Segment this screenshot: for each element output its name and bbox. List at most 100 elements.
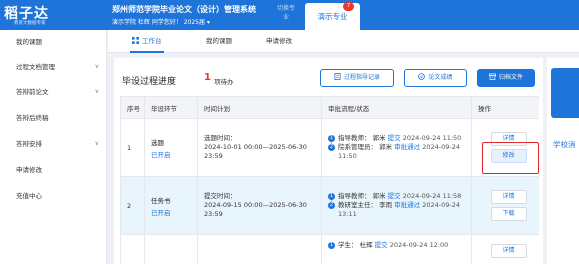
flow-step: 2 院系管理员： 郭米 审批通过 2024-09-24 11:50 — [328, 143, 471, 161]
sidebar-item-label: 过程文档管理 — [16, 63, 55, 71]
step-person: 杜辉 — [359, 241, 373, 249]
thesis-grades-button[interactable]: 论文成绩 — [404, 69, 467, 87]
flow-step: 1 指导教师： 郭米 提交 2024-09-24 11:50 — [328, 134, 471, 143]
approval-flow: 1 指导教师： 郭米 提交 2024-09-24 11:58 ↓ 2 教研室主任… — [328, 192, 471, 219]
stage-cell: 任务书 已开启 — [144, 176, 198, 235]
page-title: 毕设过程进度 — [122, 77, 177, 87]
step-role: 指导教师： — [338, 134, 371, 142]
table-header-row: 序号 毕设环节 时间计划 审批流程/状态 操作 — [120, 96, 539, 119]
ops-cell: 详情 下载 — [471, 176, 539, 235]
sidebar-item-label: 答辩安排 — [16, 140, 42, 148]
table-row: 1 学生： 杜辉 提交 2024-09-24 12:00 详情 — [120, 234, 539, 264]
progress-table: 序号 毕设环节 时间计划 审批流程/状态 操作 1 选题 已开启 选题时间： 2… — [120, 96, 539, 264]
logo-tagline: 教育大数据专家 — [14, 21, 46, 26]
sidebar-item-label: 申请修改 — [16, 166, 42, 174]
tabs-bar: 工作台 我的课题 申请修改 — [108, 30, 579, 53]
main-panel: 毕设过程进度 1 项待办 过程指导记录 论文成绩 归档文件 序号 毕设环节 时间… — [114, 58, 543, 264]
card-title: 学校消 — [553, 140, 576, 149]
chevron-down-icon: ∨ — [94, 63, 99, 70]
flow-step: 2 教研室主任： 李雨 审批通过 2024-09-24 13:11 — [328, 201, 471, 219]
sidebar-item-defense-schedule[interactable]: 答辩安排 ∨ — [0, 138, 107, 150]
sidebar-item-label: 答辩后终稿 — [16, 114, 49, 122]
sidebar-item-my-topic[interactable]: 我的课题 — [0, 36, 107, 48]
tab-workbench[interactable]: 工作台 — [130, 30, 164, 53]
download-button[interactable]: 下载 — [490, 207, 527, 221]
user-info-selector[interactable]: 演示学院 杜辉 同学您好！ 2025届 ▾ — [112, 17, 210, 26]
tab-apply-modify[interactable]: 申请修改 — [266, 30, 292, 53]
system-title: 郑州师范学院毕业论文（设计）管理系统 — [112, 5, 256, 14]
sidebar-item-process-docs[interactable]: 过程文档管理 ∨ — [0, 61, 107, 73]
plan-cell: 选题时间： 2024-10-01 00:00—2025-06-30 23:59 — [197, 118, 322, 177]
school-notice-card[interactable]: 学校消 — [547, 58, 579, 264]
step-role: 教研室主任： — [338, 201, 377, 209]
sidebar-item-final-draft[interactable]: 答辩后终稿 — [0, 112, 107, 124]
flow-step: 1 学生： 杜辉 提交 2024-09-24 12:00 — [328, 241, 471, 250]
demo-major-label: 演示专业 — [317, 12, 348, 21]
step-action: 审批通过 — [394, 201, 421, 209]
switch-major-link[interactable]: 切换专业 — [276, 4, 296, 22]
plan-label: 提交时间： — [204, 192, 237, 200]
sidebar-item-apply-modify[interactable]: 申请修改 — [0, 164, 107, 176]
card-banner — [551, 68, 579, 118]
notification-badge: 7 — [343, 2, 354, 11]
step-role: 院系管理员： — [338, 143, 377, 151]
plan-label: 选题时间： — [204, 134, 237, 142]
grade-icon — [418, 73, 426, 80]
tab-label: 我的课题 — [206, 37, 232, 45]
stage-cell: 选题 已开启 — [144, 118, 198, 177]
sidebar-item-pre-defense-paper[interactable]: 答辩前论文 ∨ — [0, 86, 107, 98]
highlight-box — [482, 142, 539, 174]
step-person: 李雨 — [379, 201, 393, 209]
step-person: 郭米 — [379, 143, 393, 151]
demo-major-tab[interactable]: 演示专业 7 — [305, 2, 360, 30]
row-index: 2 — [120, 176, 145, 235]
step-number: 2 — [328, 144, 335, 151]
archive-files-button[interactable]: 归档文件 — [477, 69, 535, 87]
step-number: 2 — [328, 202, 335, 209]
detail-button[interactable]: 详情 — [490, 190, 527, 204]
top-header: 稻子达 教育大数据专家 郑州师范学院毕业论文（设计）管理系统 演示学院 杜辉 同… — [0, 0, 579, 30]
logo[interactable]: 稻子达 教育大数据专家 — [4, 3, 88, 27]
step-number: 1 — [328, 242, 335, 249]
step-action: 审批通过 — [394, 143, 421, 151]
flow-cell: 1 指导教师： 郭米 提交 2024-09-24 11:50 ↓ 2 院系管理员… — [321, 118, 472, 177]
active-tab-indicator — [130, 51, 164, 53]
flow-step: 1 指导教师： 郭米 提交 2024-09-24 11:58 — [328, 192, 471, 201]
sidebar: 我的课题 过程文档管理 ∨ 答辩前论文 ∨ 答辩后终稿 答辩安排 ∨ 申请修改 充值中… — [0, 30, 107, 264]
guidance-record-label: 过程指导记录 — [343, 74, 380, 81]
stage-cell — [144, 234, 198, 264]
table-header: 毕设环节 — [144, 96, 198, 119]
stage-status: 已开启 — [151, 150, 171, 159]
step-action: 提交 — [387, 134, 401, 142]
guidance-record-button[interactable]: 过程指导记录 — [320, 69, 394, 87]
table-header: 审批流程/状态 — [321, 96, 472, 119]
plan-range: 2024-09-15 00:00—2025-06-30 — [204, 201, 307, 209]
flow-cell: 1 指导教师： 郭米 提交 2024-09-24 11:58 ↓ 2 教研室主任… — [321, 176, 472, 235]
step-time: 2024-09-24 12:00 — [389, 241, 449, 249]
stage-status: 已开启 — [151, 208, 171, 217]
tab-my-topic[interactable]: 我的课题 — [206, 30, 232, 53]
tab-label: 申请修改 — [266, 37, 292, 45]
sidebar-item-recharge[interactable]: 充值中心 — [0, 190, 107, 202]
sidebar-item-label: 我的课题 — [16, 38, 42, 46]
plan-cell: 提交时间： 2024-09-15 00:00—2025-06-30 23:59 — [197, 176, 322, 235]
stage-name: 选题 — [151, 138, 164, 147]
archive-files-label: 归档文件 — [498, 74, 523, 81]
table-row: 1 选题 已开启 选题时间： 2024-10-01 00:00—2025-06-… — [120, 118, 539, 177]
sidebar-item-label: 答辩前论文 — [16, 88, 49, 96]
flow-cell: 1 学生： 杜辉 提交 2024-09-24 12:00 — [321, 234, 472, 264]
step-time: 2024-09-24 11:58 — [402, 192, 462, 200]
pending-label: 项待办 — [214, 78, 234, 86]
step-role: 指导教师： — [338, 192, 371, 200]
detail-button[interactable]: 详情 — [490, 244, 527, 258]
pending-count[interactable]: 1 — [204, 72, 211, 83]
table-header: 操作 — [471, 96, 539, 119]
plan-end: 23:59 — [204, 152, 223, 160]
grid-icon — [132, 37, 139, 44]
ops-cell: 详情 — [471, 234, 539, 264]
step-action: 提交 — [374, 241, 388, 249]
table-header: 序号 — [120, 96, 145, 119]
step-action: 提交 — [387, 192, 401, 200]
approval-flow: 1 学生： 杜辉 提交 2024-09-24 12:00 — [328, 241, 471, 250]
plan-range: 2024-10-01 00:00—2025-06-30 — [204, 143, 307, 151]
